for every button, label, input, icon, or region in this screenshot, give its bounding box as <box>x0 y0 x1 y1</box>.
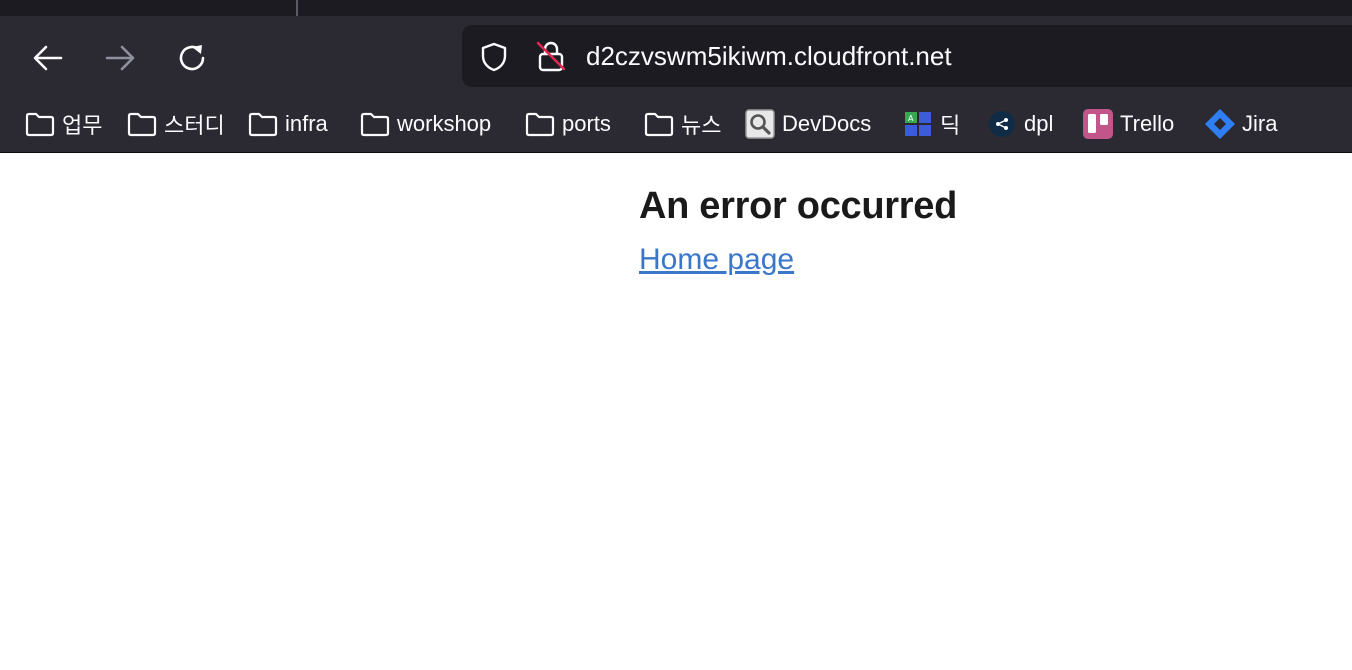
folder-icon <box>359 108 391 140</box>
trello-icon <box>1082 108 1114 140</box>
bookmark-devdocs[interactable]: DevDocs <box>744 108 871 140</box>
jira-icon <box>1204 108 1236 140</box>
tab-divider <box>296 0 298 16</box>
bookmark-label: 뉴스 <box>681 113 722 138</box>
bookmark-label: 업무 <box>62 113 103 138</box>
reload-button[interactable] <box>170 36 214 80</box>
arrow-right-icon <box>105 45 135 71</box>
bookmark-dict[interactable]: A 딕 <box>902 108 960 140</box>
tab-strip <box>0 0 1352 16</box>
bookmark-folder-news[interactable]: 뉴스 <box>643 108 721 140</box>
bookmark-label: 스터디 <box>164 113 225 138</box>
home-page-link[interactable]: Home page <box>639 243 794 277</box>
url-text[interactable]: d2czvswm5ikiwm.cloudfront.net <box>586 41 952 71</box>
bookmark-folder-infra[interactable]: infra <box>247 108 328 140</box>
bookmark-label: Trello <box>1120 111 1175 136</box>
bookmark-label: DevDocs <box>782 111 872 136</box>
bookmark-label: infra <box>285 111 328 136</box>
insecure-lock-icon[interactable] <box>534 39 568 78</box>
back-button[interactable] <box>26 36 70 80</box>
bookmark-label: Jira <box>1242 111 1278 136</box>
bookmark-jira[interactable]: Jira <box>1204 108 1277 140</box>
svg-text:A: A <box>908 114 914 123</box>
bookmark-label: ports <box>562 111 611 136</box>
folder-icon <box>126 108 158 140</box>
folder-icon <box>643 108 675 140</box>
bookmark-dpl[interactable]: dpl <box>986 108 1053 140</box>
dict-icon: A <box>902 108 934 140</box>
bookmarks-toolbar: 업무 스터디 infra workshop ports 뉴스 DevDocs A… <box>0 98 1352 153</box>
folder-icon <box>24 108 56 140</box>
folder-icon <box>247 108 279 140</box>
reload-icon <box>179 45 205 71</box>
url-bar[interactable]: d2czvswm5ikiwm.cloudfront.net <box>462 25 1352 87</box>
bookmark-folder-ports[interactable]: ports <box>524 108 611 140</box>
devdocs-icon <box>744 108 776 140</box>
arrow-left-icon <box>33 45 63 71</box>
active-tab-edge[interactable] <box>0 0 296 16</box>
bookmark-folder-study[interactable]: 스터디 <box>126 108 225 140</box>
error-title: An error occurred <box>639 185 957 227</box>
navigation-toolbar: d2czvswm5ikiwm.cloudfront.net <box>0 16 1352 98</box>
bookmark-trello[interactable]: Trello <box>1082 108 1174 140</box>
page-content: An error occurred Home page <box>0 153 1352 670</box>
bookmark-folder-workshop[interactable]: workshop <box>359 108 491 140</box>
folder-icon <box>524 108 556 140</box>
bookmark-label: 딕 <box>940 113 961 138</box>
tracking-protection-icon[interactable] <box>478 41 510 78</box>
forward-button[interactable] <box>98 36 142 80</box>
dpl-icon <box>986 108 1018 140</box>
bookmark-label: dpl <box>1024 111 1054 136</box>
bookmark-label: workshop <box>397 111 492 136</box>
bookmark-folder-work[interactable]: 업무 <box>24 108 102 140</box>
